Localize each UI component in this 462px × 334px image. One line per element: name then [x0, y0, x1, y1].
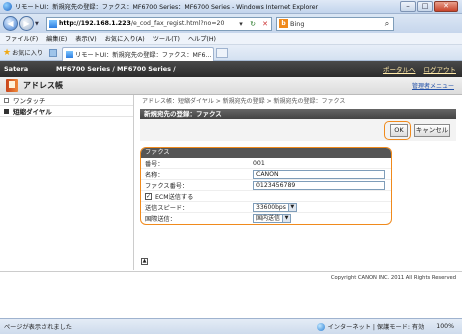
intl-row: 国際送信： 国内送信 ▼	[141, 213, 391, 224]
refresh-icon[interactable]: ↻	[247, 18, 259, 30]
bing-icon: b	[279, 19, 288, 28]
app-header: アドレス帳 管理者メニュー	[0, 77, 462, 95]
number-value: 001	[253, 159, 265, 167]
address-dropdown-icon[interactable]: ▾	[235, 18, 247, 30]
intl-select-value: 国内送信	[256, 215, 281, 222]
speed-select[interactable]: 33600bps ▼	[253, 202, 297, 212]
search-icon[interactable]: ⌕	[381, 19, 393, 29]
menu-file[interactable]: ファイル(F)	[5, 34, 38, 43]
star-icon: ★	[3, 47, 12, 58]
sidebar-item-label: ワンタッチ	[13, 97, 46, 105]
intl-label: 国際送信：	[145, 216, 176, 223]
menu-favorites[interactable]: お気に入り(A)	[105, 34, 145, 43]
address-book-icon	[6, 79, 18, 92]
speed-row: 送信スピード： 33600bps ▼	[141, 202, 391, 213]
menu-edit[interactable]: 編集(E)	[46, 34, 67, 43]
page-icon	[49, 19, 57, 28]
number-row: 番号： 001	[141, 158, 391, 169]
fax-subheader: ファクス	[141, 148, 391, 158]
forward-button[interactable]: ▶	[19, 16, 34, 31]
logout-link[interactable]: ログアウト	[424, 64, 457, 74]
brand-name: Satera	[4, 65, 29, 73]
square-bullet-icon	[4, 108, 9, 114]
ecm-row: ✓ ECM送信する	[141, 191, 391, 202]
section-title: 新規宛先の登録：ファクス	[140, 109, 456, 119]
minimize-button[interactable]: –	[400, 0, 416, 12]
intl-select[interactable]: 国内送信 ▼	[253, 214, 292, 223]
new-tab-button[interactable]	[216, 47, 229, 58]
admin-menu-link[interactable]: 管理者メニュー	[412, 81, 454, 90]
sidebar-item-speed-dial[interactable]: 短縮ダイヤル	[0, 106, 133, 117]
history-dropdown-icon[interactable]: ▼	[35, 21, 43, 27]
search-provider-label: Bing	[290, 19, 305, 28]
page-title: アドレス帳	[23, 81, 63, 90]
maximize-button[interactable]: □	[417, 0, 433, 12]
browser-tab-active[interactable]: リモートUI：新規宛先の登録：ファクス：MF6...	[62, 46, 215, 61]
ecm-label: ECM送信する	[155, 193, 194, 201]
page-top-icon[interactable]: ▲	[141, 258, 148, 265]
menu-tools[interactable]: ツール(T)	[153, 34, 180, 43]
fax-number-label: ファクス番号：	[145, 182, 189, 190]
breadcrumb: アドレス帳：短縮ダイヤル > 新規宛先の登録 > 新規宛先の登録：ファクス	[142, 98, 346, 105]
favorites-label: お気に入り	[12, 50, 44, 57]
ecm-checkbox[interactable]: ✓	[145, 192, 152, 200]
chevron-down-icon: ▼	[282, 215, 291, 222]
portal-link[interactable]: ポータルへ	[383, 64, 416, 74]
fax-number-row: ファクス番号： 0123456789	[141, 180, 391, 191]
window-titlebar: リモートUI：新規宛先の登録：ファクス：MF6700 Series：MF6700…	[0, 0, 462, 14]
page-content: Satera MF6700 Series / MF6700 Series / ポ…	[0, 61, 462, 318]
cancel-button[interactable]: キャンセル	[414, 123, 450, 137]
search-box[interactable]: b Bing ⌕	[276, 16, 394, 31]
security-zone-label: インターネット | 保護モード: 有効	[327, 324, 425, 331]
sidebar-item-label: 短縮ダイヤル	[13, 108, 52, 116]
sidebar-item-onetouch[interactable]: ワンタッチ	[0, 95, 133, 106]
name-input[interactable]: CANON	[253, 169, 385, 179]
url-host: http://192.168.1.223	[59, 20, 131, 27]
menu-help[interactable]: ヘルプ(H)	[188, 34, 216, 43]
ok-highlight: OK	[384, 120, 411, 140]
url-path: /e_cod_fax_regist.html?no=20	[130, 20, 225, 27]
globe-icon	[316, 322, 325, 331]
fax-number-input[interactable]: 0123456789	[253, 180, 385, 190]
tab-page-icon	[66, 50, 74, 58]
number-label: 番号：	[145, 160, 164, 168]
menu-bar: ファイル(F) 編集(E) 表示(V) お気に入り(A) ツール(T) ヘルプ(…	[0, 33, 462, 45]
back-button[interactable]: ◀	[3, 16, 18, 31]
ie-app-icon	[3, 2, 12, 11]
square-bullet-icon	[4, 97, 9, 103]
status-bar: ページが表示されました インターネット | 保護モード: 有効 100%	[0, 318, 462, 334]
favorites-button[interactable]: ★ お気に入り	[3, 48, 43, 58]
status-text: ページが表示されました	[4, 324, 72, 331]
window-title: リモートUI：新規宛先の登録：ファクス：MF6700 Series：MF6700…	[15, 4, 319, 11]
device-model: MF6700 Series / MF6700 Series /	[56, 65, 176, 73]
tab-bar: ★ お気に入り リモートUI：新規宛先の登録：ファクス：MF6...	[0, 45, 462, 61]
fax-settings-panel: ファクス 番号： 001 名称： CANON ファクス番号： 012345678…	[140, 147, 392, 225]
zoom-level[interactable]: 100%	[436, 323, 454, 330]
speed-select-value: 33600bps	[256, 203, 286, 211]
name-label: 名称：	[145, 171, 164, 179]
add-favorite-icon[interactable]	[49, 48, 58, 57]
chevron-down-icon: ▼	[287, 203, 296, 211]
tab-title: リモートUI：新規宛先の登録：ファクス：MF6...	[75, 51, 212, 59]
remote-ui-header: Satera MF6700 Series / MF6700 Series / ポ…	[0, 61, 462, 77]
close-button[interactable]: ✕	[434, 0, 458, 12]
window-controls: – □ ✕	[399, 0, 458, 13]
main-content: アドレス帳：短縮ダイヤル > 新規宛先の登録 > 新規宛先の登録：ファクス 新規…	[140, 95, 456, 270]
sidebar: ワンタッチ 短縮ダイヤル	[0, 95, 134, 270]
address-bar[interactable]: http://192.168.1.223/e_cod_fax_regist.ht…	[46, 16, 272, 31]
url-text[interactable]: http://192.168.1.223/e_cod_fax_regist.ht…	[59, 20, 235, 27]
speed-label: 送信スピード：	[145, 204, 189, 212]
copyright: Copyright CANON INC. 2011 All Rights Res…	[0, 271, 462, 283]
action-row: OK キャンセル	[140, 119, 456, 141]
name-row: 名称： CANON	[141, 169, 391, 180]
navigation-bar: ◀ ▶ ▼ http://192.168.1.223/e_cod_fax_reg…	[0, 14, 462, 33]
menu-view[interactable]: 表示(V)	[75, 34, 96, 43]
stop-icon[interactable]: ✕	[259, 18, 271, 30]
ok-button[interactable]: OK	[390, 123, 408, 137]
security-zone[interactable]: インターネット | 保護モード: 有効	[316, 322, 425, 331]
